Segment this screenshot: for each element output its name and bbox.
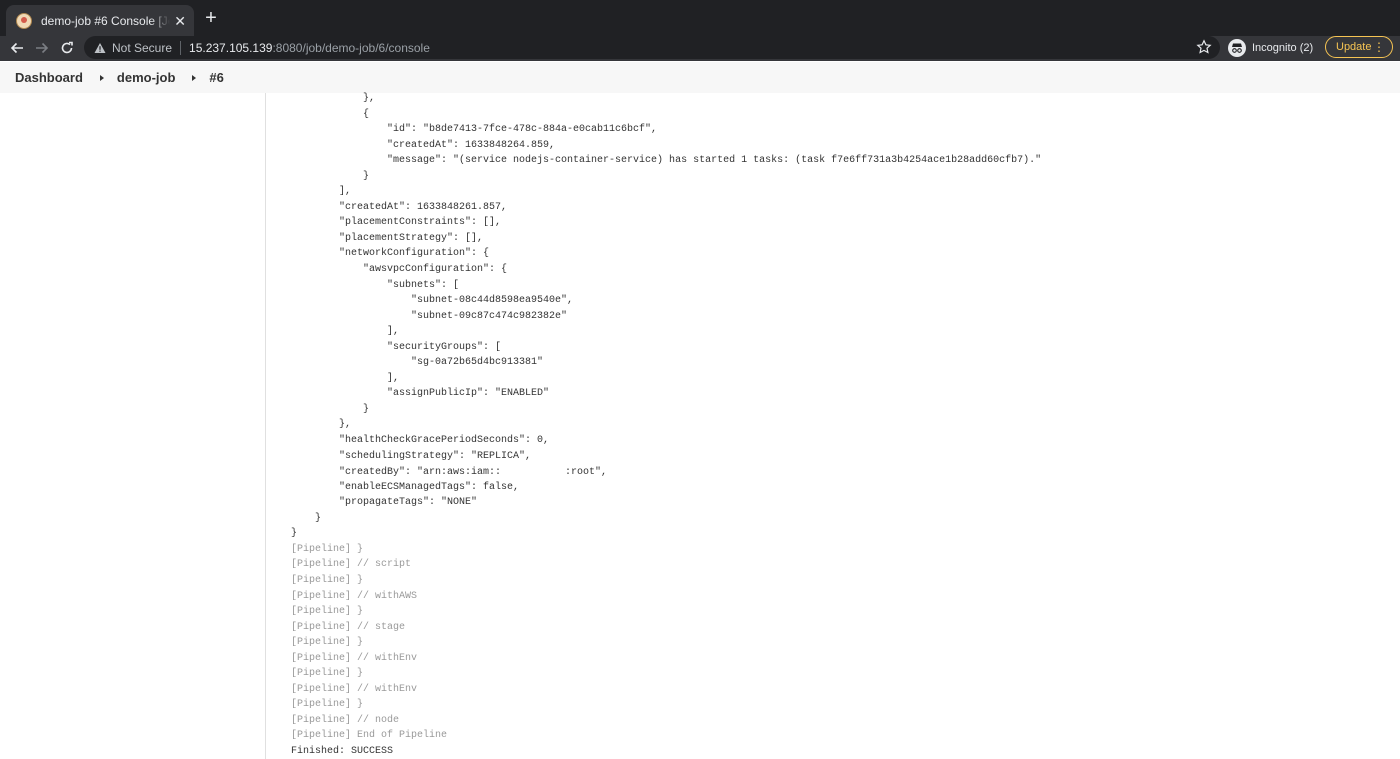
breadcrumb-dashboard[interactable]: Dashboard	[15, 70, 83, 85]
pipeline-log-line: [Pipeline] }	[291, 637, 364, 649]
console-line: "assignPublicIp": "ENABLED"	[291, 388, 550, 400]
console-line: {	[291, 108, 370, 120]
console-line: "awsvpcConfiguration": {	[291, 264, 508, 276]
redacted-account-id	[501, 464, 566, 477]
omnibox-divider	[180, 40, 182, 55]
console-line-text: "createdBy": "arn:aws:iam::	[291, 467, 502, 479]
update-label: Update	[1336, 41, 1372, 53]
console-line: "placementStrategy": [],	[291, 232, 484, 244]
console-line: "id": "b8de7413-7fce-478c-884a-e0cab11c6…	[291, 124, 658, 136]
console-line: "createdAt": 1633848261.857,	[291, 201, 508, 213]
bookmark-star-icon[interactable]	[1196, 39, 1212, 55]
console-line: "networkConfiguration": {	[291, 248, 490, 260]
pipeline-log-line: [Pipeline] // withAWS	[291, 590, 418, 602]
pipeline-log-line: [Pipeline] }	[291, 668, 364, 680]
url-path: :8080/job/demo-job/6/console	[272, 40, 430, 55]
browser-tab-active[interactable]: demo-job #6 Console [Jenkins] ✕	[6, 5, 194, 36]
breadcrumb-arrow-icon[interactable]	[99, 74, 104, 81]
incognito-icon	[1228, 39, 1246, 57]
pipeline-log-line: [Pipeline] // script	[291, 559, 412, 571]
address-bar[interactable]: Not Secure 15.237.105.139:8080/job/demo-…	[84, 36, 1220, 59]
breadcrumb-job[interactable]: demo-job	[117, 70, 176, 85]
console-line: }	[291, 170, 370, 182]
arrow-left-icon	[10, 42, 23, 54]
browser-tabstrip: demo-job #6 Console [Jenkins] ✕ +	[0, 0, 1400, 36]
forward-button[interactable]	[31, 37, 53, 59]
pipeline-log-line: [Pipeline] }	[291, 606, 364, 618]
console-output: }, { "id": "b8de7413-7fce-478c-884a-e0ca…	[291, 91, 1041, 759]
pipeline-log-line: [Pipeline] }	[291, 543, 364, 555]
more-vert-icon: ⋮	[1373, 40, 1385, 54]
reload-icon	[61, 41, 73, 54]
console-line: ],	[291, 186, 352, 198]
breadcrumb-arrow-icon[interactable]	[192, 74, 197, 81]
console-line: "sg-0a72b65d4bc913381"	[291, 357, 544, 369]
tab-close-icon[interactable]: ✕	[174, 14, 186, 28]
tab-title: demo-job #6 Console [Jenkins]	[41, 13, 170, 28]
console-line: "createdAt": 1633848264.859,	[291, 139, 556, 151]
warning-triangle-icon[interactable]	[94, 42, 106, 54]
console-line: "securityGroups": [	[291, 341, 502, 353]
console-line: "enableECSManagedTags": false,	[291, 481, 520, 493]
console-line: }	[291, 528, 298, 540]
jenkins-favicon-icon	[16, 12, 32, 29]
new-tab-button[interactable]: +	[201, 8, 221, 28]
console-line: }	[291, 512, 322, 524]
console-line: "subnet-09c87c474c982382e"	[291, 310, 568, 322]
incognito-label: Incognito (2)	[1252, 42, 1314, 54]
security-status-label[interactable]: Not Secure	[112, 41, 172, 55]
update-button[interactable]: Update ⋮	[1325, 36, 1393, 58]
console-line: "schedulingStrategy": "REPLICA",	[291, 450, 532, 462]
console-line-suffix: :root",	[565, 467, 608, 479]
console-line: "subnet-08c44d8598ea9540e",	[291, 295, 574, 307]
pipeline-log-line: [Pipeline] // withEnv	[291, 652, 418, 664]
back-button[interactable]	[6, 37, 28, 59]
console-line: },	[291, 419, 352, 431]
console-line: "subnets": [	[291, 279, 460, 291]
console-line: ],	[291, 326, 400, 338]
side-panel-divider	[265, 93, 266, 759]
reload-button[interactable]	[56, 37, 78, 59]
console-line: Finished: SUCCESS	[291, 745, 394, 757]
breadcrumb: Dashboard demo-job #6	[0, 62, 1400, 93]
console-line: "placementConstraints": [],	[291, 217, 502, 229]
breadcrumb-build[interactable]: #6	[209, 70, 223, 85]
arrow-right-icon	[36, 42, 49, 54]
console-line: ],	[291, 372, 400, 384]
incognito-indicator[interactable]: Incognito (2)	[1228, 37, 1313, 59]
url-host: 15.237.105.139	[189, 40, 273, 55]
browser-toolbar: Not Secure 15.237.105.139:8080/job/demo-…	[0, 36, 1400, 61]
pipeline-log-line: [Pipeline] }	[291, 699, 364, 711]
console-line: "message": "(service nodejs-container-se…	[291, 155, 1042, 167]
pipeline-log-line: [Pipeline] // node	[291, 714, 400, 726]
console-line: "propagateTags": "NONE"	[291, 497, 478, 509]
pipeline-log-line: [Pipeline] // stage	[291, 621, 406, 633]
pipeline-log-line: [Pipeline] End of Pipeline	[291, 730, 448, 742]
console-line: },	[291, 93, 376, 104]
console-line: }	[291, 403, 370, 415]
pipeline-log-line: [Pipeline] // withEnv	[291, 683, 418, 695]
console-line: "healthCheckGracePeriodSeconds": 0,	[291, 435, 550, 447]
console-line: "createdBy": "arn:aws:iam:::root",	[291, 464, 1041, 480]
pipeline-log-line: [Pipeline] }	[291, 574, 364, 586]
